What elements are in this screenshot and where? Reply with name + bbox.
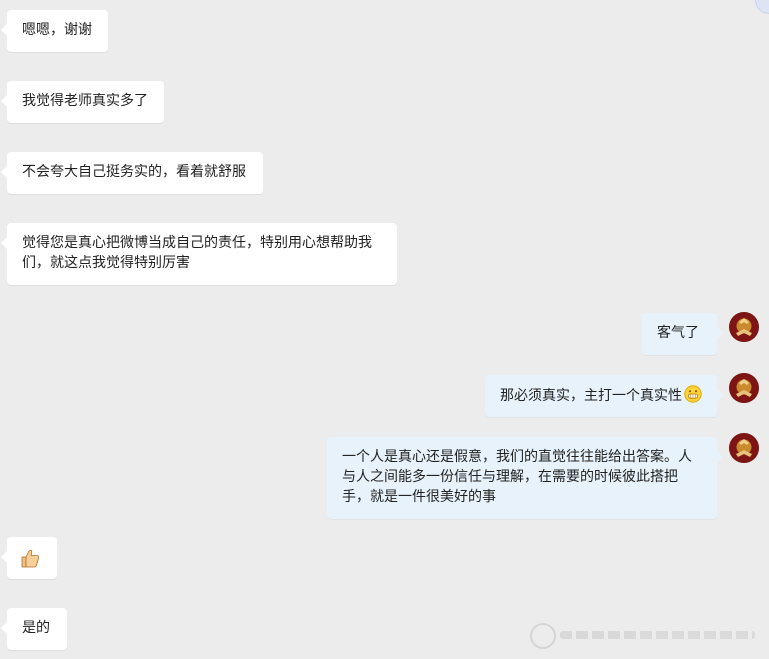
message-incoming: 是的 [1, 608, 67, 650]
message-text: 觉得您是真心把微博当成自己的责任，特别用心想帮助我们，就这点我觉得特别厉害 [22, 235, 372, 271]
message-text: 我觉得老师真实多了 [22, 93, 148, 109]
chat-bubble[interactable]: 我觉得老师真实多了 [1, 81, 164, 123]
message-text: 客气了 [657, 325, 699, 341]
message-outgoing: 那必须真实，主打一个真实性 [485, 375, 723, 417]
message-text: 是的 [22, 620, 50, 636]
watermark-logo-icon [530, 623, 556, 649]
message-incoming: 我觉得老师真实多了 [1, 81, 164, 123]
message-incoming: 觉得您是真心把微博当成自己的责任，特别用心想帮助我们，就这点我觉得特别厉害 [1, 223, 397, 285]
chat-bubble[interactable]: 不会夸大自己挺务实的，看着就舒服 [1, 152, 263, 194]
thumbs-up-icon [19, 549, 41, 573]
chat-bubble[interactable]: 嗯嗯，谢谢 [1, 10, 108, 52]
message-outgoing: 客气了 [642, 313, 723, 355]
message-incoming: 不会夸大自己挺务实的，看着就舒服 [1, 152, 263, 194]
grin-emoji-icon [684, 385, 702, 409]
message-outgoing: 一个人是真心还是假意，我们的直觉往往能给出答案。人与人之间能多一份信任与理解，在… [327, 437, 723, 519]
corner-circle-icon[interactable] [755, 0, 769, 14]
chat-bubble[interactable]: 是的 [1, 608, 67, 650]
message-incoming [1, 537, 57, 579]
chat-bubble[interactable]: 客气了 [642, 313, 723, 355]
chat-bubble[interactable] [1, 537, 57, 579]
user-avatar-icon[interactable] [729, 312, 759, 342]
watermark [530, 621, 760, 651]
user-avatar-icon[interactable] [729, 373, 759, 403]
message-text: 那必须真实，主打一个真实性 [500, 388, 682, 404]
chat-window: 嗯嗯，谢谢 我觉得老师真实多了 不会夸大自己挺务实的，看着就舒服 觉得您是真心把… [0, 0, 769, 659]
chat-bubble[interactable]: 觉得您是真心把微博当成自己的责任，特别用心想帮助我们，就这点我觉得特别厉害 [1, 223, 397, 285]
user-avatar-icon[interactable] [729, 433, 759, 463]
message-incoming: 嗯嗯，谢谢 [1, 10, 108, 52]
message-text: 嗯嗯，谢谢 [22, 22, 92, 38]
watermark-bar [560, 631, 755, 639]
chat-bubble[interactable]: 那必须真实，主打一个真实性 [485, 375, 723, 417]
avatar-emblem-icon [729, 433, 759, 463]
chat-bubble[interactable]: 一个人是真心还是假意，我们的直觉往往能给出答案。人与人之间能多一份信任与理解，在… [327, 437, 723, 519]
avatar-emblem-icon [729, 312, 759, 342]
message-text: 一个人是真心还是假意，我们的直觉往往能给出答案。人与人之间能多一份信任与理解，在… [342, 449, 692, 505]
message-text: 不会夸大自己挺务实的，看着就舒服 [22, 164, 246, 180]
avatar-emblem-icon [729, 373, 759, 403]
